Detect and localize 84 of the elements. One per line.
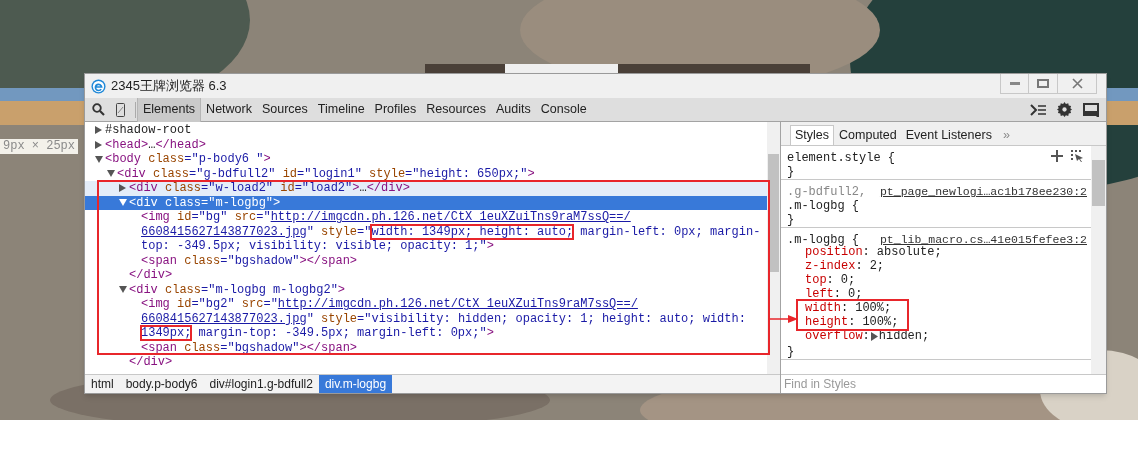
code-line: <div class="g-bdfull2" id="login1" style="height: 650px;"> <box>117 165 535 182</box>
code-line: <div class="w-load2" id="load2">…</div> <box>129 180 410 197</box>
console-drawer-icon[interactable] <box>1030 103 1046 116</box>
code-line: </div> <box>129 267 173 284</box>
sidebar-tab[interactable]: Event Listeners <box>901 125 996 145</box>
colon: : <box>855 258 863 275</box>
css-property-value: absolute; <box>876 245 942 260</box>
breadcrumb[interactable]: div.m-logbg <box>318 375 393 393</box>
css-selector: .g-bdfull2, <box>787 184 867 197</box>
code-line: <head>…</head> <box>105 136 206 153</box>
panel-tab[interactable]: Profiles <box>369 97 422 122</box>
css-property-name: height <box>805 314 849 331</box>
colon: : <box>862 328 870 345</box>
browser-logo-icon <box>91 78 106 94</box>
panel-tab[interactable]: Audits <box>491 97 536 122</box>
css-selector: element.style { <box>787 150 896 163</box>
css-property-name: width <box>805 300 841 316</box>
css-property-name: left <box>805 286 834 302</box>
code-line: <body class="p-body6 "> <box>105 151 271 168</box>
window-title: 2345王牌浏览器 6.3 <box>111 77 227 96</box>
css-property-value: 2; <box>869 258 885 275</box>
colon: : <box>826 272 834 288</box>
maximize-icon <box>1037 79 1049 88</box>
panel-tab[interactable]: Sources <box>256 97 313 122</box>
code-line: 1349px; margin-top: -349.5px; margin-left: 0px;"> <box>141 325 494 342</box>
code-line: <span class="bgshadow"></span> <box>141 339 358 356</box>
panel-tab[interactable]: Elements <box>137 97 202 122</box>
rule-close-brace: } <box>787 344 795 357</box>
code-line: 6608415627143877023.jpg" style="visibility: hidden; opacity: 1; height: auto; width: <box>141 310 746 327</box>
rule-close-brace: } <box>787 164 795 177</box>
collapsed-arrow-icon[interactable] <box>95 126 102 135</box>
mobile-device-icon[interactable] <box>116 102 125 117</box>
expanded-arrow-icon[interactable] <box>119 199 127 207</box>
rule-source-link[interactable]: pt_page_newlogi…ac1b178ee230:2 <box>879 183 1087 201</box>
sidebar-tab[interactable]: Styles <box>790 125 835 145</box>
search-icon[interactable] <box>92 103 105 116</box>
expanded-arrow-icon[interactable] <box>107 170 115 178</box>
panel-tab[interactable]: Resources <box>421 97 492 122</box>
css-property-name: overflow <box>805 328 863 345</box>
scrollbar[interactable] <box>1091 146 1106 374</box>
panel-tab[interactable]: Network <box>201 97 257 122</box>
code-line: top: -349.5px; visibility: visible; opacity: 1;"> <box>141 238 494 255</box>
code-line: <span class="bgshadow"></span> <box>141 252 358 269</box>
dock-icon[interactable] <box>1083 102 1099 117</box>
code-line: <div class="m-logbg"> <box>129 194 281 211</box>
code-line: 6608415627143877023.jpg" style="width: 1349px; height: auto; margin-left: 0px; margin- <box>141 223 761 240</box>
colon: : <box>848 314 856 331</box>
panel-tab[interactable]: Timeline <box>312 97 370 122</box>
code-line: <img id="bg" src="http://imgcdn.ph.126.net/CtX_1euXZuiTns9raM7ssQ==/ <box>141 209 631 226</box>
colon: : <box>862 244 870 261</box>
collapsed-arrow-icon[interactable] <box>119 184 126 193</box>
css-property-name: z-index <box>805 258 856 274</box>
css-property-value: hidden; <box>878 328 930 345</box>
code-line: #shadow-root <box>105 122 192 139</box>
collapsed-arrow-icon[interactable] <box>95 140 102 149</box>
expanded-arrow-icon[interactable] <box>95 155 103 163</box>
sidebar-tab[interactable]: Computed <box>835 125 901 145</box>
settings-icon[interactable] <box>1057 102 1072 117</box>
panel-tab[interactable]: Console <box>535 97 592 122</box>
breadcrumb[interactable]: div#login1.g-bdfull2 <box>203 375 319 393</box>
colon: : <box>833 286 841 302</box>
colon: : <box>841 300 849 316</box>
css-selector: .m-logbg { <box>787 198 859 211</box>
css-property-value: 0; <box>848 286 863 302</box>
css-property-value: 100%; <box>855 300 892 316</box>
element-picker-icon[interactable] <box>1071 150 1083 162</box>
rule-close-brace: } <box>787 212 795 225</box>
css-property-value: 0; <box>840 272 856 288</box>
css-property-value: 100%; <box>862 314 899 331</box>
code-line: <div class="m-logbg m-logbg2"> <box>129 281 346 298</box>
css-selector: .m-logbg { <box>787 232 859 245</box>
code-line: <img id="bg2" src="http://imgcdn.ph.126.net/CtX_1euXZuiTns9raM7ssQ==/ <box>141 296 638 313</box>
breadcrumb[interactable]: html <box>85 375 120 393</box>
css-property-name: top <box>805 272 827 288</box>
close-icon <box>1071 78 1083 89</box>
css-property-name: position <box>805 245 863 260</box>
expand-arrow-icon[interactable] <box>870 331 878 341</box>
annotation-arrow <box>768 314 798 324</box>
size-tooltip: 9px × 25px <box>0 139 78 154</box>
breadcrumb[interactable]: body.p-body6 <box>119 375 204 393</box>
add-rule-icon[interactable] <box>1051 150 1063 162</box>
minimize-icon <box>1009 82 1020 85</box>
expanded-arrow-icon[interactable] <box>119 286 127 294</box>
code-line: </div> <box>129 354 173 372</box>
